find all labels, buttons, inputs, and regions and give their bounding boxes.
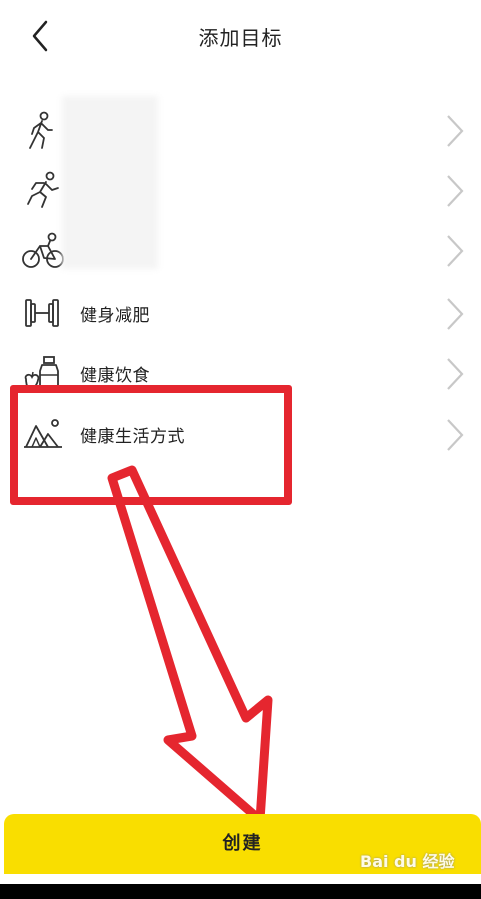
chevron-right-icon [443,113,467,149]
header: 添加目标 [0,0,481,72]
page-title: 添加目标 [198,26,283,50]
watermark: Bai du 经验 [360,852,455,871]
system-bottom-bar [0,884,481,899]
goal-item-fitness[interactable]: 健身减肥 [0,283,481,343]
cycling-icon [20,230,64,270]
walk-icon [20,110,64,150]
chevron-right-icon [443,417,467,453]
goal-label: 健身减肥 [80,306,150,326]
chevron-right-icon [443,356,467,392]
screen: 添加目标 健身减肥 健康饮食 健康生活方式 创建 Bai du 经验 [0,0,481,899]
chevron-right-icon [443,296,467,332]
redaction-blur [62,96,158,269]
chevron-right-icon [443,233,467,269]
dumbbell-icon [20,293,64,333]
goal-label: 健康饮食 [80,366,150,386]
run-icon [20,170,64,210]
chevron-right-icon [443,173,467,209]
annotation-highlight-box [10,385,292,505]
